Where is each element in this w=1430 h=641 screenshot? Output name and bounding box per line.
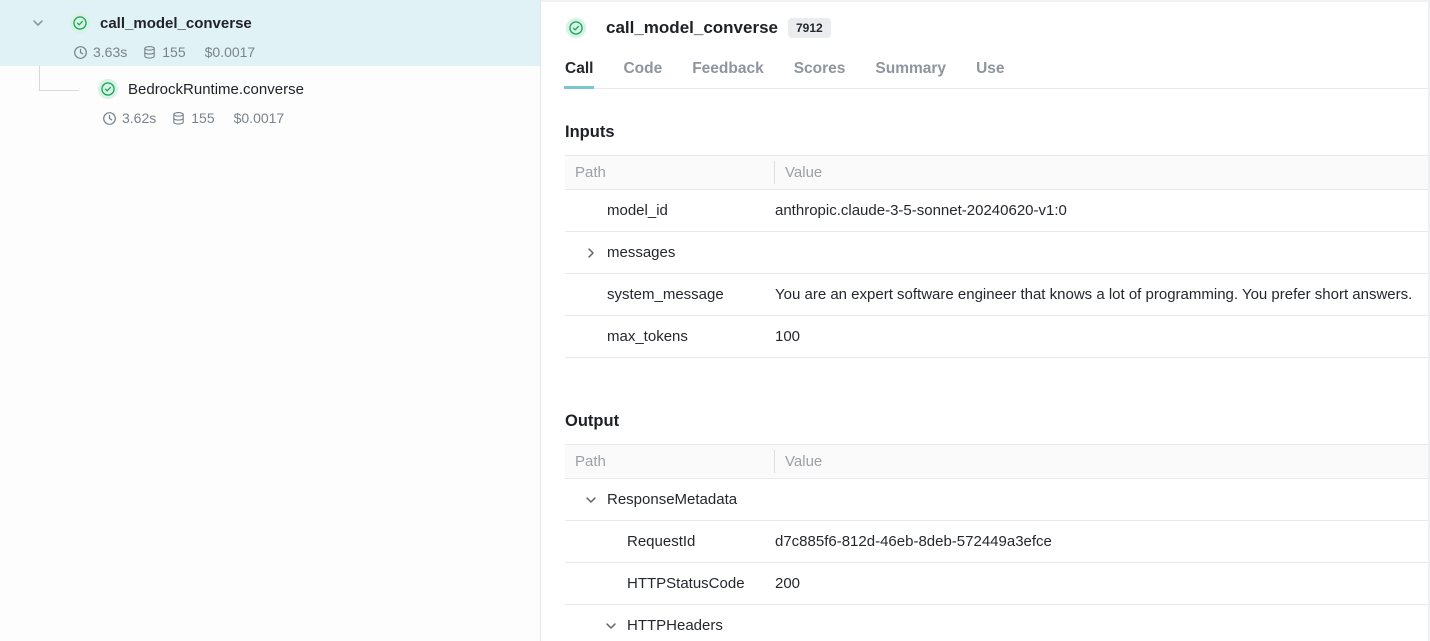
value-cell: anthropic.claude-3-5-sonnet-20240620-v1:… xyxy=(775,202,1430,219)
chevron-spacer xyxy=(603,576,619,592)
tree-node-call-model-converse[interactable]: call_model_converse 3.63s 155 $0.0017 xyxy=(0,0,540,66)
tree-connector-horizontal xyxy=(39,90,79,91)
path-label: model_id xyxy=(607,202,668,219)
table-row[interactable]: ResponseMetadata xyxy=(565,479,1430,521)
table-row: max_tokens 100 xyxy=(565,316,1430,358)
inputs-section: Inputs Path Value model_id anthropic.clau… xyxy=(565,123,1430,358)
chevron-spacer xyxy=(583,287,599,303)
tab-code[interactable]: Code xyxy=(623,59,662,88)
tree-node-label: call_model_converse xyxy=(100,15,252,32)
success-check-circle-icon xyxy=(565,17,587,39)
column-header-path: Path xyxy=(565,164,775,181)
column-divider xyxy=(774,450,775,473)
chevron-down-icon[interactable] xyxy=(583,492,599,508)
tab-scores[interactable]: Scores xyxy=(794,59,846,88)
path-label: HTTPHeaders xyxy=(627,617,723,634)
chevron-spacer xyxy=(583,329,599,345)
path-label: ResponseMetadata xyxy=(607,491,737,508)
path-label: max_tokens xyxy=(607,328,688,345)
page-title: call_model_converse xyxy=(606,18,778,38)
tab-feedback[interactable]: Feedback xyxy=(692,59,764,88)
database-icon xyxy=(142,45,157,60)
tab-call[interactable]: Call xyxy=(565,59,593,88)
chevron-down-icon[interactable] xyxy=(603,618,619,634)
clock-icon xyxy=(73,45,88,60)
output-section: Output Path Value ResponseMetadata Reques… xyxy=(565,412,1430,641)
inputs-table: Path Value model_id anthropic.claude-3-5-… xyxy=(565,155,1430,358)
table-row: system_message You are an expert software… xyxy=(565,274,1430,316)
value-cell: You are an expert software engineer that… xyxy=(775,286,1430,303)
call-id-badge: 7912 xyxy=(788,18,831,38)
chevron-spacer xyxy=(603,534,619,550)
table-row[interactable]: messages xyxy=(565,232,1430,274)
chevron-spacer xyxy=(583,203,599,219)
trace-tree-sidebar: call_model_converse 3.63s 155 $0.0017 xyxy=(0,0,541,641)
path-label: system_message xyxy=(607,286,724,303)
output-table: Path Value ResponseMetadata RequestId d7c8… xyxy=(565,444,1430,641)
column-header-value: Value xyxy=(775,453,1430,470)
tree-node-label: BedrockRuntime.converse xyxy=(128,81,304,98)
chevron-right-icon[interactable] xyxy=(583,245,599,261)
cost-stat: $0.0017 xyxy=(205,44,256,60)
value-cell: 100 xyxy=(775,328,1430,345)
column-divider xyxy=(774,161,775,184)
table-row: RequestId d7c885f6-812d-46eb-8deb-572449a… xyxy=(565,521,1430,563)
section-heading-output: Output xyxy=(565,412,1430,431)
path-label: messages xyxy=(607,244,675,261)
tree-node-bedrockruntime-converse[interactable]: BedrockRuntime.converse 3.62s 155 $0.001… xyxy=(0,66,540,132)
tree-node-stats: 3.63s 155 $0.0017 xyxy=(0,44,540,60)
duration-stat: 3.62s xyxy=(102,110,156,126)
tree-connector-vertical xyxy=(39,66,40,90)
column-header-value: Value xyxy=(775,164,1430,181)
table-row: HTTPStatusCode 200 xyxy=(565,563,1430,605)
column-header-path: Path xyxy=(565,453,775,470)
path-label: HTTPStatusCode xyxy=(627,575,745,592)
tab-summary[interactable]: Summary xyxy=(875,59,946,88)
table-row[interactable]: HTTPHeaders xyxy=(565,605,1430,641)
value-cell: 200 xyxy=(775,575,1430,592)
table-row: model_id anthropic.claude-3-5-sonnet-2024… xyxy=(565,190,1430,232)
value-cell: d7c885f6-812d-46eb-8deb-572449a3efce xyxy=(775,533,1430,550)
cost-stat: $0.0017 xyxy=(234,110,285,126)
call-detail-panel: call_model_converse 7912 Call Code Feedbac… xyxy=(541,0,1430,641)
table-header: Path Value xyxy=(565,445,1430,479)
duration-stat: 3.63s xyxy=(73,44,127,60)
tokens-stat: 155 xyxy=(142,44,185,60)
call-header: call_model_converse 7912 xyxy=(565,2,1430,39)
tab-use[interactable]: Use xyxy=(976,59,1004,88)
database-icon xyxy=(171,111,186,126)
success-check-circle-icon xyxy=(69,12,91,34)
table-header: Path Value xyxy=(565,156,1430,190)
tabs: Call Code Feedback Scores Summary Use xyxy=(565,59,1430,89)
success-check-circle-icon xyxy=(97,78,119,100)
section-heading-inputs: Inputs xyxy=(565,123,1430,142)
chevron-down-icon[interactable] xyxy=(30,15,46,31)
path-label: RequestId xyxy=(627,533,695,550)
clock-icon xyxy=(102,111,117,126)
tree-node-stats: 3.62s 155 $0.0017 xyxy=(0,110,540,126)
tokens-stat: 155 xyxy=(171,110,214,126)
